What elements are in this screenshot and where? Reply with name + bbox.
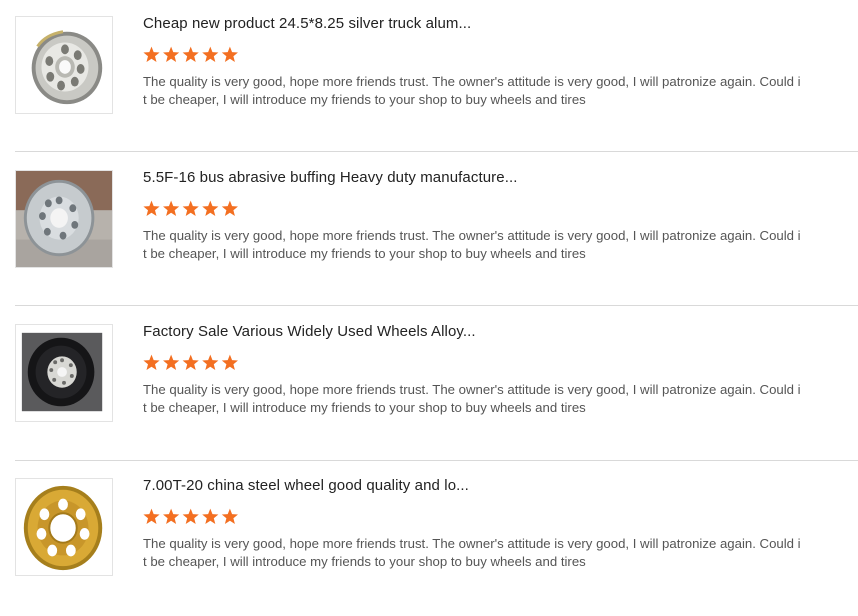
star-rating	[143, 200, 241, 218]
star-icon	[163, 354, 180, 370]
product-title[interactable]: Cheap new product 24.5*8.25 silver truck…	[143, 15, 471, 32]
star-icon	[202, 508, 219, 524]
star-icon	[143, 200, 160, 216]
review-item: 7.00T-20 china steel wheel good quality …	[15, 462, 858, 616]
star-icon	[182, 200, 199, 216]
review-comment: The quality is very good, hope more frie…	[143, 74, 801, 107]
grey-steel-wheel-image[interactable]	[15, 170, 113, 268]
star-icon	[163, 200, 180, 216]
silver-aluminum-wheel-image[interactable]	[15, 16, 113, 114]
star-icon	[221, 46, 238, 62]
product-title[interactable]: Factory Sale Various Widely Used Wheels …	[143, 323, 476, 340]
product-title[interactable]: 5.5F-16 bus abrasive buffing Heavy duty …	[143, 169, 518, 186]
star-icon	[182, 508, 199, 524]
star-rating	[143, 354, 241, 372]
star-icon	[221, 508, 238, 524]
star-icon	[182, 354, 199, 370]
black-wheel-image[interactable]	[15, 324, 113, 422]
star-icon	[202, 200, 219, 216]
review-item: Factory Sale Various Widely Used Wheels …	[15, 308, 858, 462]
review-comment: The quality is very good, hope more frie…	[143, 382, 801, 415]
star-rating	[143, 508, 241, 526]
star-icon	[182, 46, 199, 62]
stars-svg	[143, 200, 238, 216]
star-icon	[202, 46, 219, 62]
star-icon	[143, 354, 160, 370]
stars-svg	[143, 508, 238, 524]
divider	[15, 305, 858, 306]
review-comment: The quality is very good, hope more frie…	[143, 536, 801, 569]
star-rating	[143, 46, 241, 64]
divider	[15, 460, 858, 461]
divider	[15, 151, 858, 152]
product-title[interactable]: 7.00T-20 china steel wheel good quality …	[143, 477, 469, 494]
stars-svg	[143, 46, 238, 62]
star-icon	[163, 46, 180, 62]
star-icon	[221, 354, 238, 370]
review-item: Cheap new product 24.5*8.25 silver truck…	[15, 0, 858, 154]
star-icon	[143, 508, 160, 524]
stars-svg	[143, 354, 238, 370]
star-icon	[143, 46, 160, 62]
star-icon	[221, 200, 238, 216]
review-comment: The quality is very good, hope more frie…	[143, 228, 801, 261]
star-icon	[163, 508, 180, 524]
review-item: 5.5F-16 bus abrasive buffing Heavy duty …	[15, 154, 858, 308]
star-icon	[202, 354, 219, 370]
yellow-steel-wheel-image[interactable]	[15, 478, 113, 576]
